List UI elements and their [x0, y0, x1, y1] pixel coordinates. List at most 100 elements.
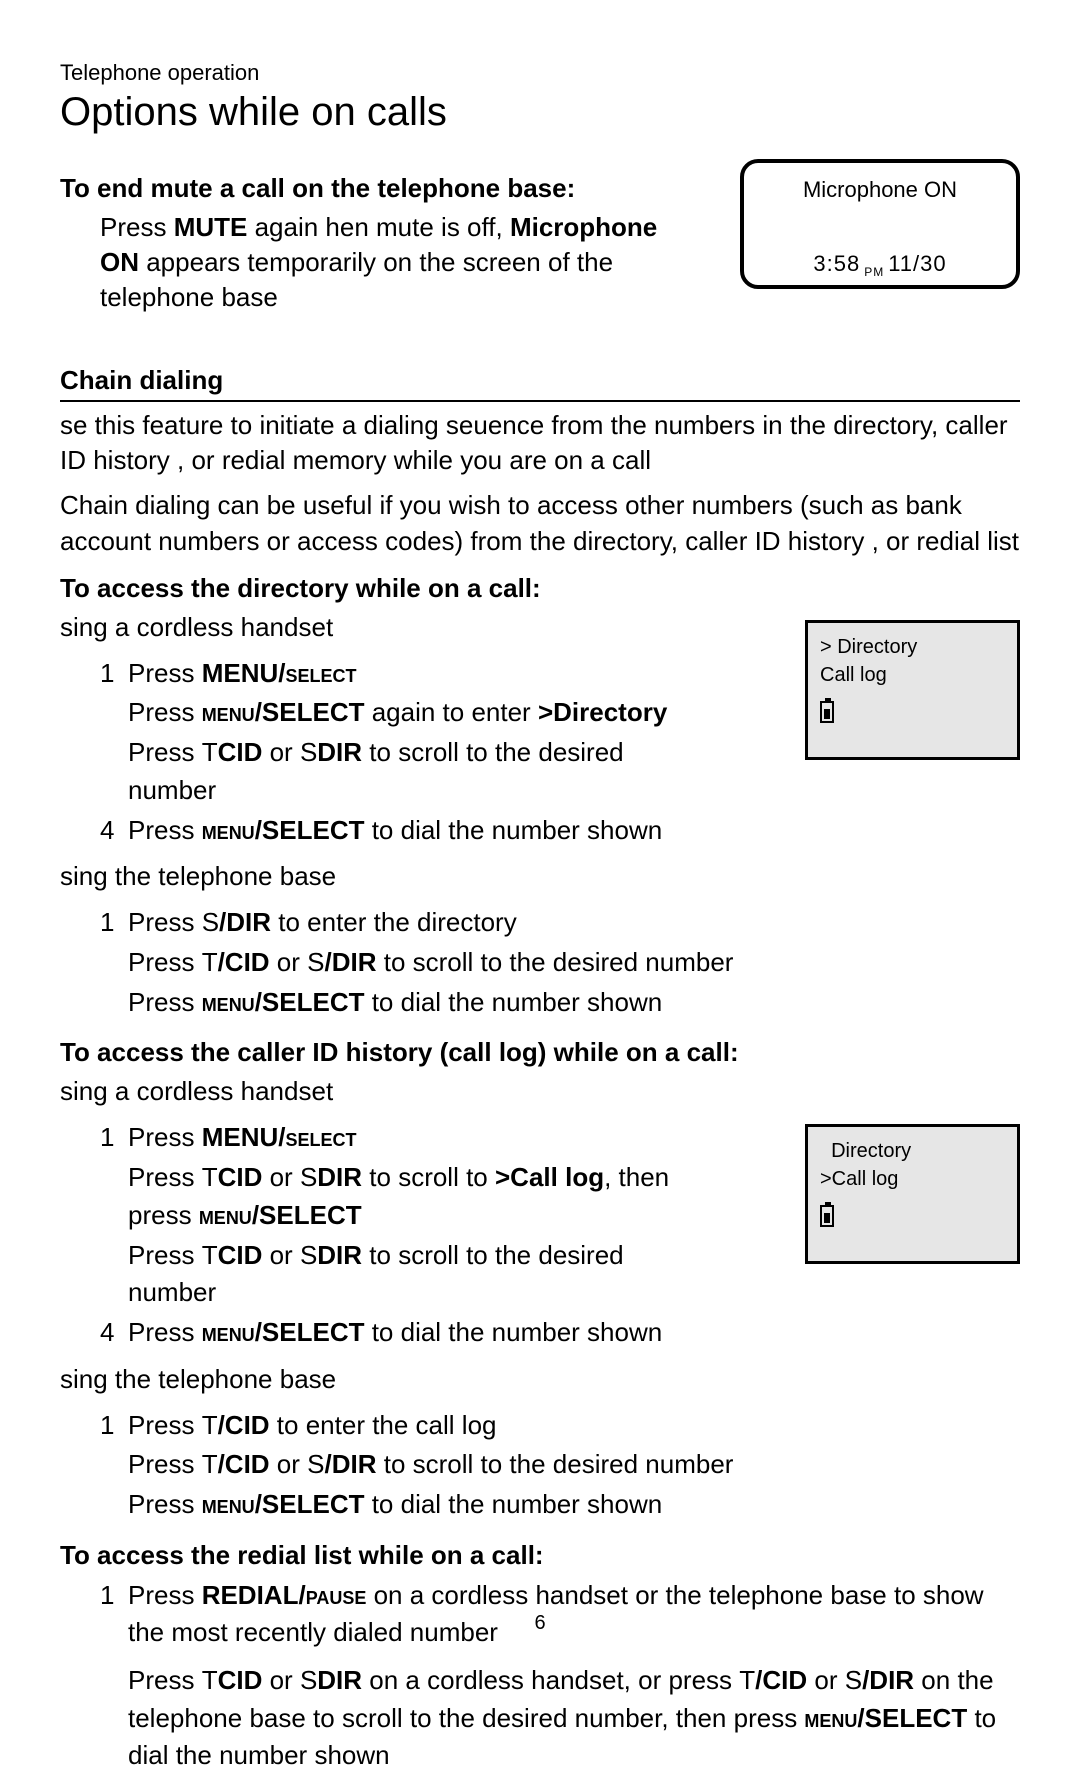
- key-redial: REDIAL/: [202, 1580, 306, 1610]
- text: to dial the number shown: [364, 815, 662, 845]
- key-dir: /DIR: [862, 1665, 914, 1695]
- text: again hen mute is off,: [247, 212, 510, 242]
- key-dir: DIR: [317, 1240, 362, 1270]
- text: to scroll to the desired number: [377, 947, 734, 977]
- page-number: 6: [0, 1612, 1080, 1635]
- list-item: 1 Press MENU/SELECT: [100, 655, 696, 693]
- text: Press: [128, 1410, 202, 1440]
- key-cid: CID: [218, 1240, 263, 1270]
- text: Press: [128, 697, 202, 727]
- list-item: Press TCID or SDIR to scroll to the desi…: [100, 1237, 696, 1312]
- text: to dial the number shown: [364, 987, 662, 1017]
- para-chain-1: se this feature to initiate a dialing se…: [60, 408, 1020, 478]
- text: Press: [128, 1489, 202, 1519]
- list-item: 1 Press T/CID to enter the call log: [100, 1407, 1020, 1445]
- text: Press: [128, 1317, 202, 1347]
- up-arrow-icon: T: [202, 947, 218, 977]
- breadcrumb: Telephone operation: [60, 60, 1020, 86]
- sub-using-base-1: sing the telephone base: [60, 859, 1020, 894]
- key-cid: /CID: [218, 947, 270, 977]
- section-chain-dialing: Chain dialing: [60, 365, 1020, 402]
- battery-icon: [820, 701, 834, 723]
- key-select: /SELECT: [255, 1489, 365, 1519]
- key-select: /SELECT: [252, 1200, 362, 1230]
- key-menu-select: MENU/: [202, 1122, 286, 1152]
- key-select: /SELECT: [255, 815, 365, 845]
- section-access-calllog: To access the caller ID history (call lo…: [60, 1037, 1020, 1068]
- up-arrow-icon: T: [202, 1410, 218, 1440]
- list-num: 1: [100, 655, 114, 693]
- para-chain-2: Chain dialing can be useful if you wish …: [60, 488, 1020, 558]
- list-num: 1: [100, 1577, 114, 1615]
- text: Press: [128, 1240, 202, 1270]
- screen-line-1: > Directory: [820, 633, 1005, 661]
- screen-handset-callout-2: Directory >Call log: [805, 1124, 1020, 1264]
- up-arrow-icon: T: [202, 1665, 218, 1695]
- text: or: [270, 947, 308, 977]
- list-item: Press MENU/SELECT to dial the number sho…: [100, 1486, 1020, 1524]
- sub-using-handset-1: sing a cordless handset: [60, 610, 696, 645]
- list-item: Press MENU/SELECT to dial the number sho…: [100, 984, 1020, 1022]
- para-end-mute: Press MUTE again hen mute is off, Microp…: [60, 210, 696, 315]
- key-cid: /CID: [218, 1449, 270, 1479]
- up-arrow-icon: T: [202, 1240, 218, 1270]
- text: again to enter: [364, 697, 537, 727]
- section-access-directory: To access the directory while on a call:: [60, 573, 1020, 604]
- key-dir: /DIR: [325, 1449, 377, 1479]
- key-menu-sc: MENU: [202, 815, 255, 845]
- text: on a cordless handset, or press: [362, 1665, 739, 1695]
- text: to dial the number shown: [364, 1317, 662, 1347]
- down-arrow-icon: S: [202, 907, 219, 937]
- text: Press: [128, 658, 202, 688]
- screen-handset-callout-1: > Directory Call log: [805, 620, 1020, 760]
- screen-pm: PM: [864, 265, 884, 279]
- list-num: 1: [100, 1407, 114, 1445]
- down-arrow-icon: S: [300, 1162, 317, 1192]
- text: or: [807, 1665, 845, 1695]
- text: Press: [128, 1580, 202, 1610]
- text: Press: [100, 212, 174, 242]
- page-title: Options while on calls: [60, 90, 1020, 135]
- key-cid: CID: [218, 737, 263, 767]
- section-access-redial: To access the redial list while on a cal…: [60, 1540, 1020, 1571]
- key-select-sc: SELECT: [285, 1122, 356, 1152]
- screen-status: 3:58PM11/30: [760, 251, 1000, 279]
- key-cid: /CID: [218, 1410, 270, 1440]
- screen-line-2: >Call log: [820, 1165, 1005, 1193]
- text: or: [262, 1240, 300, 1270]
- key-menu-select: MENU/: [202, 658, 286, 688]
- up-arrow-icon: T: [202, 1449, 218, 1479]
- list-num: 1: [100, 904, 114, 942]
- key-select: /SELECT: [255, 697, 365, 727]
- text: Press: [128, 907, 202, 937]
- text: to enter the directory: [271, 907, 517, 937]
- text: Press: [128, 1449, 202, 1479]
- text: Press: [128, 987, 202, 1017]
- key-menu-sc: MENU: [202, 697, 255, 727]
- key-select-sc: SELECT: [285, 658, 356, 688]
- key-cid: CID: [218, 1162, 263, 1192]
- sub-using-base-2: sing the telephone base: [60, 1362, 1020, 1397]
- text: Press: [128, 1122, 202, 1152]
- key-menu-sc: MENU: [804, 1703, 857, 1733]
- text: or: [262, 1665, 300, 1695]
- text: Press: [128, 1162, 202, 1192]
- screen-time: 3:58: [813, 251, 860, 276]
- list-item: Press T/CID or S/DIR to scroll to the de…: [100, 944, 1020, 982]
- list-num: 4: [100, 1314, 114, 1352]
- list-num: 1: [100, 1119, 114, 1157]
- list-item: Press TCID or SDIR on a cordless handset…: [100, 1662, 1020, 1775]
- key-select: /SELECT: [255, 987, 365, 1017]
- list-item: 1 Press S/DIR to enter the directory: [100, 904, 1020, 942]
- key-pause-sc: PAUSE: [306, 1580, 367, 1610]
- key-mute: MUTE: [174, 212, 248, 242]
- key-dir: DIR: [317, 1162, 362, 1192]
- key-dir: DIR: [317, 1665, 362, 1695]
- text: or: [262, 1162, 300, 1192]
- down-arrow-icon: S: [300, 1665, 317, 1695]
- up-arrow-icon: T: [739, 1665, 755, 1695]
- list-item: Press MENU/SELECT again to enter >Direct…: [100, 694, 696, 732]
- text: Press: [128, 737, 202, 767]
- text: or: [262, 737, 300, 767]
- key-cid: /CID: [755, 1665, 807, 1695]
